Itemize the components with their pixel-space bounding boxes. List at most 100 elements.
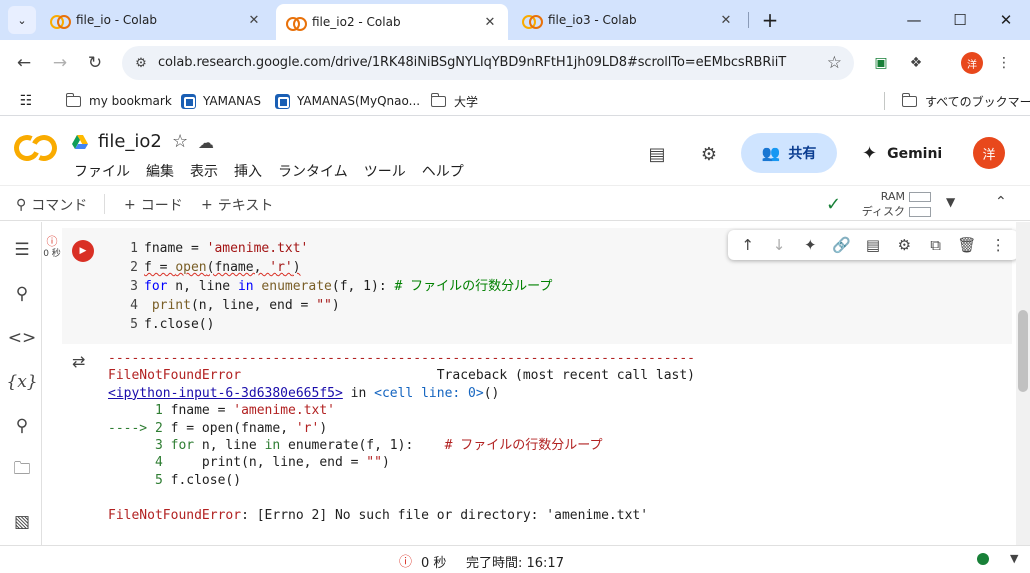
- search-icon: ⚲: [16, 197, 27, 213]
- code-snippets-icon[interactable]: <>: [8, 326, 37, 350]
- gemini-spark-icon: ✦: [862, 143, 878, 164]
- cell-toolbar: ↑ ↓ ✦ 🔗 ▤ ⚙ ⧉ 🗑 ⋮: [728, 230, 1016, 260]
- close-tab-icon[interactable]: ✕: [246, 13, 262, 28]
- error-circle-icon: ⓘ: [399, 555, 413, 570]
- bookmark-yamanas[interactable]: YAMANAS: [181, 92, 261, 110]
- browser-window: ⌄ file_io - Colab ✕ file_io2 - Colab ✕ f…: [0, 0, 1030, 573]
- tab-file-io[interactable]: file_io - Colab ✕: [40, 4, 272, 36]
- disk-bar: [909, 207, 931, 217]
- terminal-icon[interactable]: ▧: [10, 510, 34, 534]
- tab-file-io2[interactable]: file_io2 - Colab ✕: [276, 4, 508, 40]
- people-icon: 👥: [761, 144, 781, 162]
- notebook-title[interactable]: file_io2: [98, 131, 162, 152]
- files-folder-icon[interactable]: 🗀: [10, 458, 34, 482]
- tab-file-io3[interactable]: file_io3 - Colab ✕: [512, 4, 744, 36]
- code-line: 5 f.close(): [130, 317, 215, 332]
- completed-time[interactable]: 完了時間: 16:17: [466, 552, 564, 571]
- output-actions-icon[interactable]: ⇄: [72, 352, 85, 371]
- add-code-button[interactable]: + コード: [124, 195, 183, 215]
- status-dropdown-icon[interactable]: ▼: [1010, 552, 1018, 565]
- left-sidebar: ☰ ⚲ <> {x} ⚲ 🗀 ▧: [0, 222, 42, 545]
- bookmark-star-icon[interactable]: ☆: [827, 53, 842, 73]
- secrets-key-icon[interactable]: ⚲: [10, 414, 34, 438]
- folder-icon: [65, 92, 81, 107]
- chrome-menu-icon[interactable]: ⋮: [994, 53, 1014, 73]
- reload-icon[interactable]: ↻: [83, 51, 107, 75]
- comment-icon[interactable]: ▤: [862, 236, 884, 254]
- star-icon[interactable]: ☆: [172, 131, 188, 152]
- mirror-cell-icon[interactable]: ⧉: [925, 236, 947, 254]
- gemini-button[interactable]: ✦ Gemini: [862, 143, 942, 164]
- bookmark-university[interactable]: 大学: [430, 92, 478, 110]
- profile-avatar[interactable]: 洋: [961, 52, 983, 74]
- move-down-icon[interactable]: ↓: [768, 236, 790, 254]
- extension-icon[interactable]: ▣: [871, 53, 891, 73]
- move-up-icon[interactable]: ↑: [737, 236, 759, 254]
- menu-tools[interactable]: ツール: [364, 161, 406, 181]
- collapse-chevron-icon[interactable]: ⌃: [995, 194, 1007, 210]
- find-replace-icon[interactable]: ⚲: [10, 282, 34, 306]
- run-cell-button[interactable]: ▶: [72, 240, 94, 262]
- menu-file[interactable]: ファイル: [74, 161, 130, 181]
- menu-edit[interactable]: 編集: [146, 161, 174, 181]
- code-line: 4 print(n, line, end = ""): [130, 298, 340, 313]
- bookmarks-divider: [884, 92, 885, 110]
- elapsed-time[interactable]: 0 秒: [421, 552, 446, 571]
- tab-strip: ⌄ file_io - Colab ✕ file_io2 - Colab ✕ f…: [0, 0, 1030, 40]
- user-avatar[interactable]: 洋: [973, 137, 1005, 169]
- code-line: 2f = open(fname, 'r'): [130, 260, 301, 275]
- bookmark-yamanas-myqnao[interactable]: YAMANAS(MyQnao...: [275, 92, 420, 110]
- all-bookmarks[interactable]: すべてのブックマーク: [901, 92, 1030, 110]
- close-tab-icon[interactable]: ✕: [482, 15, 498, 30]
- menu-bar: ファイル 編集 表示 挿入 ランタイム ツール ヘルプ: [74, 161, 480, 181]
- execution-status: ⓘ 0 秒: [43, 235, 61, 260]
- bookmark-my-bookmark[interactable]: my bookmark: [65, 92, 172, 110]
- gemini-spark-icon[interactable]: ✦: [799, 236, 821, 254]
- close-tab-icon[interactable]: ✕: [718, 13, 734, 28]
- delete-trash-icon[interactable]: 🗑: [956, 236, 978, 254]
- status-bar: ⓘ 0 秒 完了時間: 16:17 ▼: [0, 545, 1030, 573]
- table-of-contents-icon[interactable]: ☰: [10, 238, 34, 262]
- runtime-status-dot[interactable]: [977, 553, 989, 565]
- cell-output: ----------------------------------------…: [108, 351, 696, 523]
- bookmarks-bar: ☷ my bookmark YAMANAS YAMANAS(MyQnao... …: [0, 86, 1030, 116]
- google-drive-icon[interactable]: [72, 135, 88, 149]
- colab-toolbar: ⚲ コマンド + コード + テキスト ✓ RAM ディスク ▼ ⌃: [0, 185, 1030, 221]
- apps-grid-icon[interactable]: ☷: [18, 92, 41, 110]
- code-cell[interactable]: ▶ 1 fname = 'amenime.txt' 2f = open(fname…: [62, 228, 1016, 344]
- menu-insert[interactable]: 挿入: [234, 161, 262, 181]
- site-settings-icon[interactable]: ⚙: [132, 54, 150, 72]
- menu-help[interactable]: ヘルプ: [422, 161, 464, 181]
- add-text-button[interactable]: + テキスト: [201, 195, 273, 215]
- tab-search-icon[interactable]: ⌄: [8, 6, 36, 34]
- plus-icon: +: [124, 197, 136, 213]
- connected-check-icon[interactable]: ✓: [826, 194, 841, 215]
- back-arrow-icon[interactable]: ←: [12, 51, 36, 75]
- extensions-puzzle-icon[interactable]: ❖: [906, 53, 926, 73]
- cloud-saved-icon[interactable]: ☁: [198, 133, 214, 152]
- command-palette-button[interactable]: ⚲ コマンド: [16, 195, 87, 215]
- resource-monitor[interactable]: RAM ディスク: [859, 189, 931, 219]
- minimize-icon[interactable]: —: [902, 8, 926, 32]
- more-options-icon[interactable]: ⋮: [987, 236, 1009, 254]
- comment-icon[interactable]: ▤: [644, 141, 670, 167]
- menu-view[interactable]: 表示: [190, 161, 218, 181]
- runtime-dropdown-icon[interactable]: ▼: [946, 195, 955, 209]
- close-window-icon[interactable]: ✕: [994, 8, 1018, 32]
- settings-gear-icon[interactable]: ⚙: [893, 236, 915, 254]
- variables-icon[interactable]: {x}: [6, 370, 37, 394]
- new-tab-plus-icon[interactable]: +: [758, 8, 782, 32]
- link-icon[interactable]: 🔗: [831, 236, 853, 254]
- settings-gear-icon[interactable]: ⚙: [696, 141, 722, 167]
- notebook-scrollbar[interactable]: [1016, 222, 1030, 545]
- url-text[interactable]: colab.research.google.com/drive/1RK48iNi…: [158, 55, 786, 70]
- toolbar-divider: [104, 194, 105, 214]
- error-circle-icon: ⓘ: [46, 235, 58, 248]
- forward-arrow-icon[interactable]: →: [48, 51, 72, 75]
- maximize-icon[interactable]: ☐: [948, 8, 972, 32]
- menu-runtime[interactable]: ランタイム: [278, 161, 348, 181]
- share-button[interactable]: 👥 共有: [741, 133, 837, 173]
- scrollbar-thumb[interactable]: [1018, 310, 1028, 392]
- address-bar[interactable]: ⚙ colab.research.google.com/drive/1RK48i…: [122, 46, 854, 80]
- colab-logo-icon[interactable]: [10, 131, 61, 165]
